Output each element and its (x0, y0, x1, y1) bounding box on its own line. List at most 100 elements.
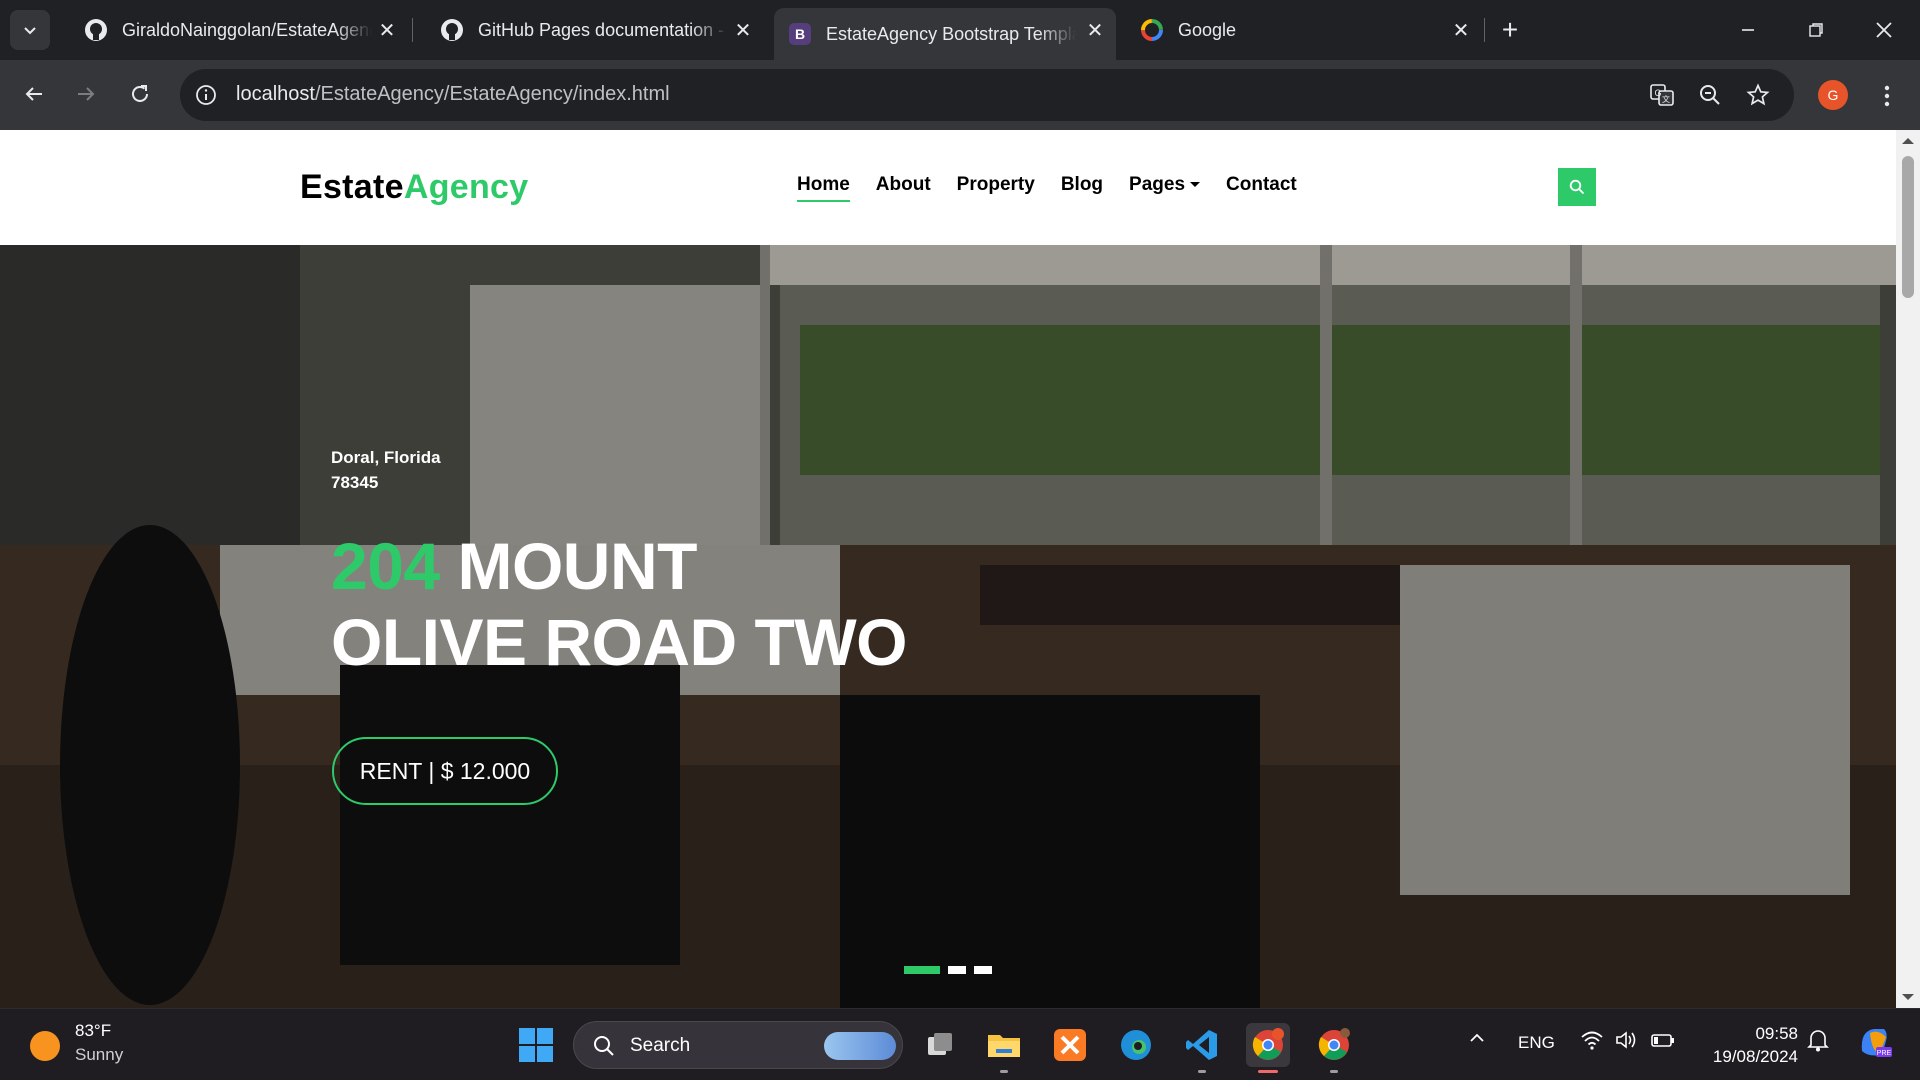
carousel-dot-2[interactable] (948, 966, 966, 974)
nav-contact[interactable]: Contact (1226, 174, 1297, 202)
arrow-left-icon (25, 87, 42, 101)
github-icon (84, 18, 108, 42)
hero-title-rest: MOUNT (439, 529, 697, 603)
bookmark-star-icon[interactable] (1744, 81, 1772, 109)
new-tab-button[interactable]: + (1494, 14, 1526, 46)
browser-tab-github[interactable]: GiraldoNainggolan/EstateAgency ✕ (70, 8, 408, 52)
input-language[interactable]: ENG (1518, 1033, 1555, 1053)
nav-property[interactable]: Property (957, 174, 1035, 202)
main-navigation: Home About Property Blog Pages Contact (797, 174, 1323, 202)
vscode-button[interactable] (1180, 1023, 1224, 1073)
close-window-button[interactable] (1864, 10, 1904, 50)
close-icon[interactable]: ✕ (732, 19, 754, 42)
hero-title-line2: OLIVE ROAD TWO (331, 605, 907, 679)
search-icon (1569, 179, 1585, 195)
url-path: /EstateAgency/EstateAgency/index.html (314, 83, 670, 105)
scroll-up-icon[interactable] (1902, 138, 1914, 144)
restore-icon (1809, 23, 1823, 37)
wifi-icon[interactable] (1580, 1029, 1604, 1056)
nav-about[interactable]: About (876, 174, 931, 202)
close-icon[interactable]: ✕ (1450, 19, 1472, 42)
browser-tab-estateagency[interactable]: B EstateAgency Bootstrap Template ✕ (774, 8, 1116, 60)
volume-icon[interactable] (1614, 1029, 1638, 1056)
page-viewport: EstateAgency Home About Property Blog Pa… (0, 130, 1920, 1008)
hero-carousel: Doral, Florida 78345 204 MOUNT OLIVE ROA… (0, 245, 1896, 1008)
battery-icon[interactable] (1650, 1029, 1676, 1056)
tab-title: EstateAgency Bootstrap Template (826, 23, 1076, 44)
site-logo[interactable]: EstateAgency (300, 168, 528, 207)
nav-home[interactable]: Home (797, 174, 850, 202)
close-icon[interactable]: ✕ (376, 19, 398, 42)
browser-tab-bar: GiraldoNainggolan/EstateAgency ✕ GitHub … (0, 0, 1920, 60)
github-icon (440, 18, 464, 42)
search-icon (594, 1036, 614, 1056)
page-scrollbar[interactable] (1896, 130, 1920, 1008)
minimize-button[interactable] (1728, 10, 1768, 50)
windows-logo-icon (519, 1028, 553, 1062)
url-text[interactable]: localhost/EstateAgency/EstateAgency/inde… (236, 83, 670, 106)
caret-down-icon (1190, 182, 1201, 188)
zoom-icon[interactable] (1696, 81, 1724, 109)
minimize-icon (1742, 29, 1754, 31)
file-explorer-button[interactable] (982, 1023, 1026, 1073)
edge-button[interactable] (1114, 1023, 1158, 1067)
plus-icon: + (1501, 14, 1519, 45)
back-button[interactable] (14, 74, 54, 114)
sun-icon (30, 1031, 60, 1061)
restore-button[interactable] (1796, 10, 1836, 50)
reload-icon (132, 85, 148, 102)
notifications-icon[interactable] (1806, 1027, 1830, 1058)
active-indicator (1258, 1070, 1278, 1073)
forward-button[interactable] (66, 74, 106, 114)
chevron-down-icon (24, 27, 36, 35)
chrome-icon (1318, 1028, 1350, 1060)
browser-tab-google[interactable]: Google ✕ (1126, 8, 1482, 52)
rent-price-button[interactable]: RENT | $ 12.000 (332, 737, 558, 805)
tab-separator (412, 18, 413, 42)
windows-taskbar: 83°F Sunny Search ENG 09:58 19/08/2024 P… (0, 1008, 1920, 1080)
logo-accent: Agency (403, 168, 529, 206)
browser-tab-github-pages[interactable]: GitHub Pages documentation - GitHub Docs… (426, 8, 764, 52)
url-host: localhost (236, 83, 315, 105)
profile-avatar[interactable]: G (1818, 80, 1848, 110)
close-icon[interactable]: ✕ (1084, 19, 1106, 42)
nav-blog[interactable]: Blog (1061, 174, 1103, 202)
browser-menu-button[interactable] (1872, 76, 1902, 116)
tab-search-button[interactable] (10, 10, 50, 50)
edge-icon (1121, 1030, 1151, 1060)
xampp-button[interactable] (1048, 1023, 1092, 1067)
task-view-icon (928, 1033, 952, 1055)
nav-pages-dropdown[interactable]: Pages (1129, 174, 1201, 202)
svg-text:文: 文 (1662, 94, 1670, 104)
vscode-icon (1186, 1030, 1217, 1060)
translate-icon[interactable]: G文 (1648, 81, 1676, 109)
show-hidden-icons-button[interactable] (1468, 1029, 1486, 1052)
tab-separator (1484, 18, 1485, 42)
reload-button[interactable] (120, 74, 160, 114)
chrome-profile-button[interactable] (1312, 1023, 1356, 1073)
carousel-dot-3[interactable] (974, 966, 992, 974)
taskbar-search[interactable]: Search (573, 1021, 903, 1069)
system-clock[interactable]: 09:58 19/08/2024 (1713, 1022, 1798, 1068)
copilot-icon[interactable]: PRE (1856, 1023, 1894, 1066)
site-header: EstateAgency Home About Property Blog Pa… (0, 130, 1896, 245)
site-info-icon[interactable] (194, 83, 218, 112)
running-indicator (1198, 1070, 1206, 1073)
browser-toolbar: localhost/EstateAgency/EstateAgency/inde… (0, 60, 1920, 130)
more-vertical-icon (1884, 85, 1890, 107)
address-bar[interactable]: localhost/EstateAgency/EstateAgency/inde… (180, 69, 1794, 121)
carousel-dot-1[interactable] (904, 966, 940, 974)
running-indicator (1330, 1070, 1338, 1073)
search-highlight-image (824, 1032, 896, 1060)
chrome-button[interactable] (1246, 1023, 1290, 1073)
scroll-down-icon[interactable] (1902, 994, 1914, 1000)
nav-pages-label: Pages (1129, 174, 1186, 195)
location-zip: 78345 (331, 473, 379, 492)
weather-temperature: 83°F (75, 1021, 112, 1040)
svg-text:PRE: PRE (1877, 1050, 1892, 1057)
scrollbar-thumb[interactable] (1902, 156, 1914, 298)
start-button[interactable] (518, 1027, 554, 1068)
task-view-button[interactable] (918, 1023, 962, 1067)
site-search-button[interactable] (1558, 168, 1596, 206)
logo-primary: Estate (300, 168, 404, 206)
